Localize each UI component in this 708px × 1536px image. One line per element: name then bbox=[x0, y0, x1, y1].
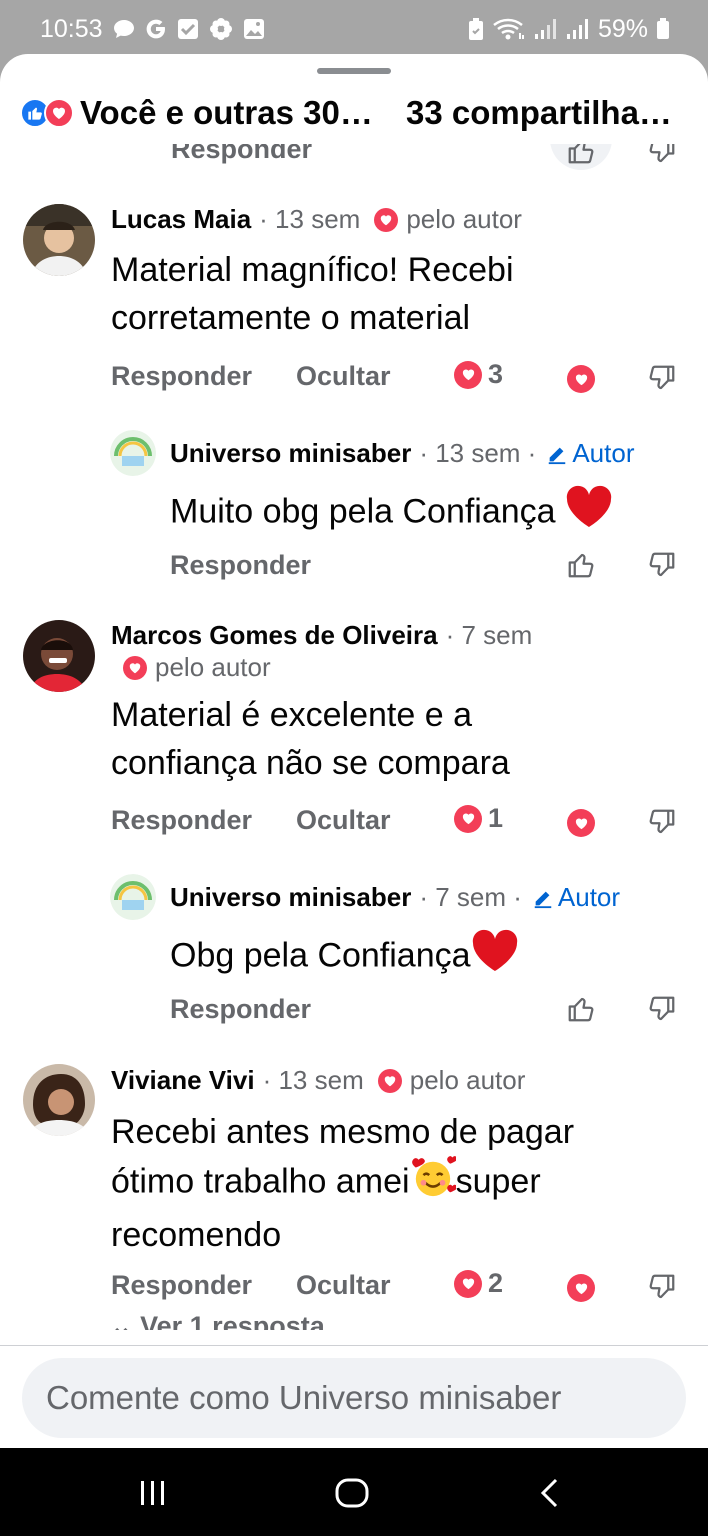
pencil-icon bbox=[549, 447, 566, 464]
red-heart-emoji-icon bbox=[471, 929, 519, 986]
love-react-button-icon[interactable] bbox=[567, 809, 595, 837]
smiling-face-with-hearts-emoji-icon bbox=[410, 1156, 458, 1211]
shares-summary[interactable]: 33 compartilha… bbox=[406, 94, 676, 132]
author-name[interactable]: Universo minisaber bbox=[170, 438, 411, 469]
checkbox-icon bbox=[177, 18, 199, 40]
badge-line: pelo autor bbox=[111, 652, 271, 683]
comment-actions: Responder Ocultar 2 bbox=[0, 1268, 708, 1310]
reaction-summary[interactable] bbox=[20, 98, 74, 128]
timestamp: · 13 sem bbox=[259, 204, 361, 234]
comment-actions: Responder Ocultar 3 bbox=[0, 359, 708, 401]
love-reaction-icon bbox=[44, 98, 74, 128]
signal-icon bbox=[566, 18, 590, 40]
comment-text: Material magnífico! Recebi corretamente … bbox=[111, 251, 514, 337]
recent-apps-icon[interactable] bbox=[138, 1478, 168, 1513]
comments-sheet: Você e outras 30… 33 compartilha… Respon… bbox=[0, 54, 708, 1448]
comment-text: Recebi antes mesmo de pagar ótimo trabal… bbox=[111, 1113, 575, 1254]
back-icon[interactable] bbox=[538, 1478, 562, 1513]
love-reaction-icon bbox=[454, 1269, 482, 1298]
author-name[interactable]: Universo minisaber bbox=[170, 882, 411, 913]
reply-button[interactable]: Responder bbox=[111, 805, 252, 836]
author-tag: Autor bbox=[546, 438, 635, 469]
author-name[interactable]: Marcos Gomes de Oliveira bbox=[111, 620, 438, 651]
love-reaction-icon bbox=[454, 360, 482, 389]
comment-header: Viviane Vivi · 13 sem pelo autor bbox=[111, 1065, 525, 1096]
hide-button[interactable]: Ocultar bbox=[296, 805, 391, 836]
page-avatar[interactable] bbox=[110, 430, 156, 476]
clock: 10:53 bbox=[40, 14, 103, 43]
wifi-icon bbox=[492, 17, 526, 41]
battery-icon bbox=[656, 18, 670, 40]
avatar[interactable] bbox=[23, 204, 95, 276]
reply-button[interactable]: Responder bbox=[170, 994, 311, 1025]
thumbs-down-icon[interactable] bbox=[647, 807, 677, 842]
thumbs-down-icon[interactable] bbox=[647, 1272, 677, 1307]
timestamp: · 13 sem · bbox=[419, 438, 537, 468]
home-icon[interactable] bbox=[335, 1478, 369, 1513]
thumbs-up-icon[interactable] bbox=[566, 994, 596, 1029]
thumbs-down-icon[interactable] bbox=[647, 363, 677, 398]
pencil-icon bbox=[534, 891, 552, 908]
heart-badge-icon bbox=[374, 207, 399, 232]
love-react-button-icon[interactable] bbox=[567, 365, 595, 393]
status-bar: 10:53 59% bbox=[0, 0, 708, 58]
flower-icon bbox=[209, 17, 233, 41]
chevron-down-icon: ⌄ bbox=[110, 1311, 141, 1330]
thumbs-up-icon[interactable] bbox=[566, 550, 596, 585]
reply-header: Universo minisaber · 7 sem · Autor bbox=[170, 882, 620, 913]
hide-button[interactable]: Ocultar bbox=[296, 1270, 391, 1301]
battery-percent: 59% bbox=[597, 14, 648, 43]
author-loved-badge: pelo autor bbox=[406, 204, 522, 234]
comment-actions: Responder Ocultar 1 bbox=[0, 803, 708, 845]
comment-header: Lucas Maia · 13 sem pelo autor bbox=[111, 204, 522, 235]
reply-text: Muito obg pela Confiança bbox=[170, 485, 613, 542]
thumbs-down-icon[interactable] bbox=[647, 550, 677, 585]
author-name[interactable]: Viviane Vivi bbox=[111, 1065, 255, 1096]
view-replies-link[interactable]: ⌄ Ver 1 resposta bbox=[110, 1308, 325, 1330]
love-reaction-icon bbox=[454, 804, 482, 833]
reaction-count[interactable]: 3 bbox=[454, 359, 503, 390]
hide-button[interactable]: Ocultar bbox=[296, 361, 391, 392]
system-nav-bar bbox=[0, 1448, 708, 1536]
love-react-button-icon[interactable] bbox=[567, 1274, 595, 1302]
reaction-count[interactable]: 1 bbox=[454, 803, 503, 834]
heart-badge-icon bbox=[377, 1068, 402, 1093]
reaction-count[interactable]: 2 bbox=[454, 1268, 503, 1299]
chat-bubble-icon bbox=[113, 19, 135, 39]
reply-button[interactable]: Responder bbox=[170, 550, 311, 581]
page-avatar[interactable] bbox=[110, 874, 156, 920]
red-heart-emoji-icon bbox=[565, 485, 613, 542]
timestamp: · 13 sem bbox=[262, 1065, 364, 1095]
author-name[interactable]: Lucas Maia bbox=[111, 204, 251, 235]
thumbs-down-icon[interactable] bbox=[647, 994, 677, 1029]
heart-badge-icon bbox=[123, 655, 147, 680]
author-tag: Autor bbox=[532, 882, 620, 913]
lock-battery-icon bbox=[468, 17, 484, 41]
reply-button[interactable]: Responder bbox=[111, 1270, 252, 1301]
sheet-header: Você e outras 30… 33 compartilha… bbox=[0, 82, 708, 144]
reply-actions: Responder bbox=[0, 994, 708, 1034]
reply-button[interactable]: Responder bbox=[111, 361, 252, 392]
google-icon bbox=[145, 18, 167, 40]
avatar[interactable] bbox=[23, 1064, 95, 1136]
signal-icon bbox=[534, 18, 558, 40]
image-icon bbox=[243, 18, 265, 40]
likes-summary[interactable]: Você e outras 30… bbox=[80, 94, 380, 132]
comment-input[interactable]: Comente como Universo minisaber bbox=[22, 1358, 686, 1438]
drag-handle[interactable] bbox=[317, 68, 391, 74]
timestamp: · 7 sem · bbox=[419, 882, 522, 912]
comment-composer-bar: Comente como Universo minisaber bbox=[0, 1345, 708, 1448]
reply-text: Obg pela Confiança bbox=[170, 929, 519, 986]
avatar[interactable] bbox=[23, 620, 95, 692]
comment-text: Material é excelente e a confiança não s… bbox=[111, 696, 510, 782]
reply-actions: Responder bbox=[0, 550, 708, 590]
comment-header: Marcos Gomes de Oliveira · 7 sem bbox=[111, 620, 532, 651]
timestamp: · 7 sem bbox=[445, 620, 533, 650]
reply-header: Universo minisaber · 13 sem · Autor bbox=[170, 438, 635, 469]
author-loved-badge: pelo autor bbox=[155, 652, 271, 682]
author-loved-badge: pelo autor bbox=[409, 1065, 526, 1095]
